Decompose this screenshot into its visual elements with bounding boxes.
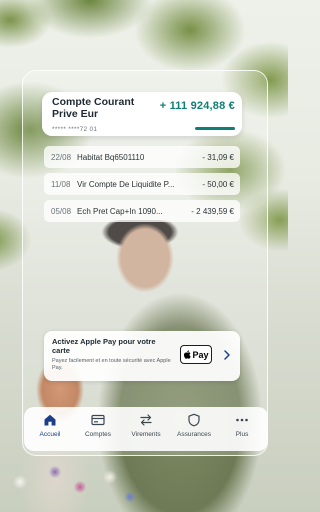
card-icon: [91, 414, 105, 426]
transaction-date: 05/08: [51, 206, 72, 216]
transaction-row[interactable]: 11/08 Vir Compte De Liquidite P... - 50,…: [44, 173, 240, 195]
apple-pay-description: Payez facilement et en toute sécurité av…: [52, 358, 171, 371]
transaction-date: 22/08: [51, 152, 72, 162]
nav-label: Plus: [235, 431, 249, 438]
nav-label: Assurances: [177, 431, 211, 438]
account-card[interactable]: Compte Courant Prive Eur + 111 924,88 € …: [42, 92, 242, 136]
nav-item-comptes[interactable]: Comptes: [74, 407, 122, 451]
transaction-amount: - 2 439,59 €: [191, 206, 234, 216]
apple-logo-icon: [184, 350, 192, 359]
nav-label: Accueil: [39, 431, 61, 438]
shield-icon: [188, 413, 200, 427]
apple-pay-banner[interactable]: Activez Apple Pay pour votre carte Payez…: [44, 331, 240, 381]
balance-indicator: [195, 127, 235, 130]
more-icon: [236, 418, 248, 422]
transaction-amount: - 50,00 €: [202, 179, 234, 189]
transaction-list: 22/08 Habitat Bq6501110 - 31,09 € 11/08 …: [44, 146, 240, 227]
home-icon: [44, 414, 56, 426]
nav-item-plus[interactable]: Plus: [218, 407, 266, 451]
account-name: Compte Courant Prive Eur: [52, 96, 135, 120]
nav-item-accueil[interactable]: Accueil: [26, 407, 74, 451]
transaction-amount: - 31,09 €: [202, 152, 234, 162]
nav-item-assurances[interactable]: Assurances: [170, 407, 218, 451]
transaction-row[interactable]: 22/08 Habitat Bq6501110 - 31,09 €: [44, 146, 240, 168]
transaction-date: 11/08: [51, 179, 71, 189]
transaction-label: Ech Pret Cap+In 1090...: [77, 206, 163, 216]
account-balance: + 111 924,88 €: [159, 100, 235, 112]
account-number: ***** ****72 01: [52, 126, 98, 133]
apple-pay-badge-text: Pay: [192, 349, 209, 360]
nav-label: Comptes: [84, 431, 111, 438]
apple-pay-badge: Pay: [180, 345, 212, 364]
transfer-icon: [140, 414, 152, 426]
chevron-right-icon[interactable]: [223, 350, 231, 360]
bottom-navigation: Accueil Comptes Virements Assurances Plu…: [24, 407, 268, 451]
transaction-row[interactable]: 05/08 Ech Pret Cap+In 1090... - 2 439,59…: [44, 200, 240, 222]
nav-label: Virements: [131, 431, 161, 438]
transaction-label: Vir Compte De Liquidite P...: [77, 179, 175, 189]
nav-item-virements[interactable]: Virements: [122, 407, 170, 451]
transaction-label: Habitat Bq6501110: [77, 152, 145, 162]
apple-pay-title: Activez Apple Pay pour votre carte: [52, 337, 156, 355]
